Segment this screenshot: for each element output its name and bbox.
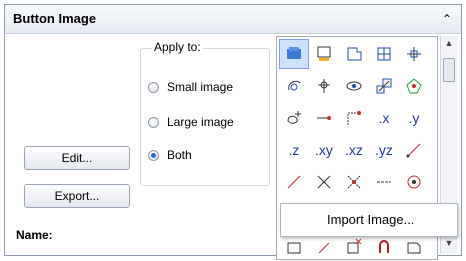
filter-xy-icon[interactable]: .xy (309, 135, 339, 165)
image-icon (287, 47, 301, 59)
diagonal-line-icon[interactable] (399, 135, 429, 165)
filter-yz-icon[interactable]: .yz (369, 135, 399, 165)
context-menu: Import Image... (280, 203, 458, 237)
radio-small-image-label: Small image (167, 80, 234, 94)
layout-icon[interactable] (339, 39, 369, 69)
dash-line-icon[interactable] (369, 167, 399, 197)
panel-title: Button Image (13, 11, 97, 26)
scroll-thumb[interactable] (443, 58, 455, 82)
radio-icon (148, 116, 159, 128)
filter-x-icon[interactable]: .x (369, 103, 399, 133)
radio-icon (148, 81, 159, 93)
radio-both[interactable]: Both (148, 146, 192, 164)
polyline-icon[interactable] (339, 103, 369, 133)
apply-to-label: Apply to: (152, 40, 203, 54)
edit-button[interactable]: Edit... (24, 146, 130, 170)
radio-large-image[interactable]: Large image (148, 113, 234, 131)
rotate-icon[interactable] (279, 71, 309, 101)
name-label: Name: (16, 228, 53, 242)
radio-both-label: Both (167, 148, 192, 162)
import-image-menu-item[interactable]: Import Image... (327, 212, 414, 227)
export-button[interactable]: Export... (24, 184, 130, 208)
move-icon[interactable] (399, 39, 429, 69)
radio-small-image[interactable]: Small image (148, 78, 233, 96)
grid-icon[interactable] (369, 39, 399, 69)
radio-selected-icon (148, 149, 159, 161)
scroll-down-icon[interactable]: ▼ (441, 238, 457, 252)
add-shape-icon[interactable] (279, 103, 309, 133)
radio-large-image-label: Large image (167, 115, 234, 129)
intersection-icon[interactable] (339, 167, 369, 197)
line-icon[interactable] (279, 167, 309, 197)
cross-icon[interactable] (309, 167, 339, 197)
filter-z-icon[interactable]: .z (279, 135, 309, 165)
filter-xz-icon[interactable]: .xz (339, 135, 369, 165)
selected-image-icon[interactable] (279, 39, 309, 69)
orbit-icon[interactable] (339, 71, 369, 101)
region-icon[interactable] (399, 71, 429, 101)
ucs-icon[interactable] (309, 71, 339, 101)
line-point-icon[interactable] (309, 103, 339, 133)
circle-target-icon[interactable] (399, 167, 429, 197)
scale-icon[interactable] (369, 71, 399, 101)
panel-header: Button Image ⌃ (5, 5, 461, 34)
scroll-up-icon[interactable]: ▲ (441, 38, 457, 52)
filter-y-icon[interactable]: .y (399, 103, 429, 133)
plot-icon[interactable] (309, 39, 339, 69)
collapse-icon[interactable]: ⌃ (439, 11, 455, 27)
